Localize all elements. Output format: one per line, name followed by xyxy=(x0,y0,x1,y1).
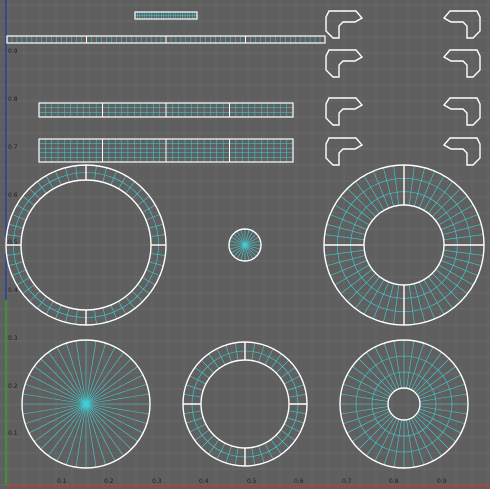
uv-shell-strip-a[interactable] xyxy=(38,102,294,118)
v-axis-label: 0.7 xyxy=(8,144,18,151)
u-axis-label: 0.6 xyxy=(294,478,304,485)
v-axis-label: 0.9 xyxy=(8,48,18,55)
v-axis-label: 0.8 xyxy=(8,96,18,103)
v-axis-label: 0.4 xyxy=(8,287,18,294)
uv-shell-disc-bottom-left[interactable] xyxy=(21,339,151,469)
uv-shell-strip-b[interactable] xyxy=(38,138,294,163)
uv-shell-small-disc[interactable] xyxy=(228,228,262,262)
u-axis-label: 0.1 xyxy=(57,478,67,485)
uv-shell-top-bar[interactable] xyxy=(134,11,198,20)
u-axis-label: 0.4 xyxy=(199,478,209,485)
u-axis-label: 0.8 xyxy=(389,478,399,485)
u-axis-label: 0.3 xyxy=(152,478,162,485)
u-axis-label: 0.7 xyxy=(342,478,352,485)
v-axis-label: 0.6 xyxy=(8,192,18,199)
v-axis-label: 0.3 xyxy=(8,335,18,342)
v-axis-label: 0.1 xyxy=(8,430,18,437)
v-axis-label: 0.2 xyxy=(8,383,18,390)
u-axis-label: 0.9 xyxy=(437,478,447,485)
uv-editor-viewport[interactable]: 0.1 0.2 0.3 0.4 0.5 0.6 0.7 0.8 0.9 0.9 0.8 0.7 0.6… xyxy=(0,0,490,489)
u-axis-label: 0.2 xyxy=(104,478,114,485)
u-axis-label: 0.5 xyxy=(247,478,257,485)
